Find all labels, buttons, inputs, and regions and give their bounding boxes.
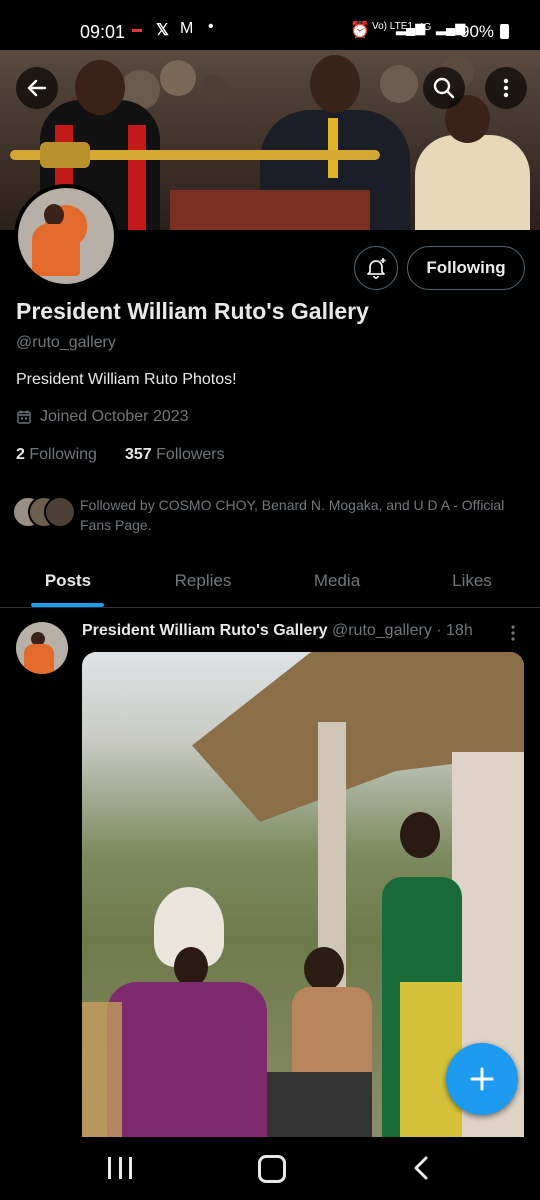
more-vertical-icon — [511, 625, 515, 641]
notifications-button[interactable] — [354, 246, 398, 290]
joined-text: Joined October 2023 — [40, 408, 189, 425]
battery-level: 90% — [460, 22, 495, 41]
tab-media[interactable]: Media — [270, 556, 404, 606]
status-time: 09:01 — [80, 22, 126, 42]
gmail-icon: M — [180, 20, 194, 37]
post-time: · 18h — [436, 622, 473, 639]
post-author-avatar[interactable] — [16, 622, 68, 674]
post-more-button[interactable] — [500, 622, 526, 644]
following-stat[interactable]: 2 Following — [16, 446, 97, 464]
tab-likes[interactable]: Likes — [404, 556, 540, 606]
profile-name: President William Ruto's Gallery — [16, 298, 369, 324]
following-button[interactable]: Following — [407, 246, 525, 290]
bell-plus-icon — [367, 258, 386, 279]
profile-bio: President William Ruto Photos! — [16, 371, 237, 388]
back-button[interactable] — [16, 67, 58, 109]
more-vertical-icon — [503, 78, 509, 98]
mutual-avatars[interactable] — [12, 496, 76, 528]
post-author-name[interactable]: President William Ruto's Gallery — [82, 622, 328, 639]
4g-indicator: 4G — [418, 22, 432, 33]
dot-icon: • — [208, 18, 214, 35]
tabs-divider — [0, 607, 540, 608]
search-button[interactable] — [423, 67, 465, 109]
followers-count: 357 — [125, 446, 152, 463]
recent-apps-button[interactable] — [108, 1157, 132, 1179]
joined-date: Joined October 2023 — [16, 408, 189, 426]
profile-avatar[interactable] — [14, 184, 118, 288]
plus-icon — [470, 1067, 494, 1091]
post-author-handle: @ruto_gallery — [331, 622, 432, 639]
back-nav-button[interactable] — [412, 1155, 430, 1181]
followers-label: Followers — [156, 446, 225, 463]
arrow-left-icon — [27, 79, 47, 97]
followers-stat[interactable]: 357 Followers — [125, 446, 225, 464]
app-notification-icon: ▬ — [132, 24, 142, 35]
home-button[interactable] — [258, 1155, 286, 1183]
following-count: 2 — [16, 446, 25, 463]
alarm-icon: ⏰ — [350, 22, 370, 39]
more-options-button[interactable] — [485, 67, 527, 109]
following-label: Following — [29, 446, 97, 463]
system-navigation-bar — [0, 1137, 540, 1200]
compose-post-button[interactable] — [446, 1043, 518, 1115]
calendar-icon — [17, 410, 31, 424]
followed-by-text[interactable]: Followed by COSMO CHOY, Benard N. Mogaka… — [80, 495, 510, 535]
search-icon — [433, 77, 455, 99]
post-header: President William Ruto's Gallery @ruto_g… — [82, 622, 473, 640]
profile-handle: @ruto_gallery — [16, 334, 116, 351]
status-bar: 09:01 ▬ 𝕏 M • ⏰ Vo) LTE1 ▂▄▆ 4G ▂▄▆ 90% — [0, 0, 540, 50]
battery-icon — [500, 24, 509, 39]
tab-posts[interactable]: Posts — [0, 556, 136, 606]
x-logo-icon: 𝕏 — [156, 22, 169, 39]
tab-replies[interactable]: Replies — [136, 556, 270, 606]
